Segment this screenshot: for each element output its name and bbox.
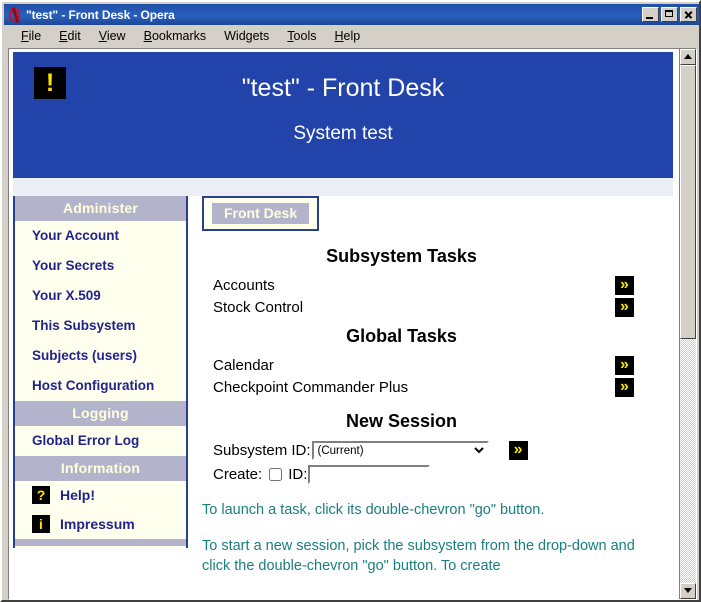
- scroll-up-arrow[interactable]: [680, 49, 696, 65]
- browser-viewport: ! "test" - Front Desk System test Admini…: [8, 48, 697, 600]
- sidebar-item-this-subsystem[interactable]: This Subsystem: [15, 311, 186, 341]
- menu-label-widgets: ets: [252, 29, 270, 43]
- page-canvas: ! "test" - Front Desk System test Admini…: [9, 49, 679, 599]
- label-subsystem-id: Subsystem ID:: [213, 442, 311, 459]
- page-subtitle: System test: [293, 123, 393, 144]
- scroll-thumb[interactable]: [680, 65, 696, 339]
- sidebar-header-logging: Logging: [15, 401, 186, 426]
- label-create: Create:: [213, 466, 263, 483]
- minimize-button[interactable]: [642, 7, 659, 22]
- sidebar-item-host-configuration[interactable]: Host Configuration: [15, 371, 186, 401]
- banner-divider: [13, 178, 673, 196]
- menu-item-widgets[interactable]: Widgets: [215, 27, 278, 45]
- main-column: Front Desk Subsystem Tasks Accounts » St…: [188, 196, 673, 576]
- window-title: "test" - Front Desk - Opera: [26, 7, 175, 22]
- id-input[interactable]: [308, 465, 431, 484]
- sidebar-header-information: Information: [15, 456, 186, 481]
- task-label-calendar: Calendar: [213, 357, 274, 374]
- sidebar-item-label-impressum: Impressum: [60, 516, 135, 532]
- go-button-calendar[interactable]: »: [615, 356, 634, 375]
- sidebar-item-help[interactable]: ? Help!: [15, 481, 186, 510]
- menu-item-tools[interactable]: Tools: [278, 27, 325, 45]
- menu-item-view[interactable]: View: [90, 27, 135, 45]
- opera-logo-icon: [7, 6, 23, 23]
- go-button-new-session[interactable]: »: [508, 441, 528, 460]
- menu-bar: File Edit View Bookmarks Widgets Tools H…: [4, 25, 699, 47]
- close-button[interactable]: [680, 7, 697, 22]
- task-row-checkpoint-commander-plus: Checkpoint Commander Plus »: [188, 378, 673, 397]
- menu-label-view: iew: [106, 29, 126, 43]
- question-mark-icon: ?: [32, 486, 50, 504]
- go-button-accounts[interactable]: »: [615, 276, 634, 295]
- menu-item-edit[interactable]: Edit: [50, 27, 90, 45]
- sidebar-item-label-help: Help!: [60, 487, 95, 503]
- sidebar-item-global-error-log[interactable]: Global Error Log: [15, 426, 186, 456]
- page-columns: Administer Your Account Your Secrets You…: [13, 196, 673, 576]
- task-row-accounts: Accounts »: [188, 276, 673, 295]
- menu-item-file[interactable]: File: [12, 27, 50, 45]
- task-row-stock-control: Stock Control »: [188, 298, 673, 317]
- form-row-create: Create: ID:: [188, 465, 673, 484]
- main-content: Subsystem Tasks Accounts » Stock Control…: [188, 229, 673, 576]
- sidebar-item-impressum[interactable]: i Impressum: [15, 510, 186, 539]
- title-bar: "test" - Front Desk - Opera: [4, 4, 699, 25]
- help-paragraph-new-session: To start a new session, pick the subsyst…: [202, 538, 635, 574]
- help-paragraph-launch-task: To launch a task, click its double-chevr…: [202, 502, 545, 518]
- sidebar-item-your-secrets[interactable]: Your Secrets: [15, 251, 186, 281]
- application-window: "test" - Front Desk - Opera File Edit Vi…: [0, 0, 701, 602]
- sidebar-header-administer: Administer: [15, 196, 186, 221]
- maximize-button[interactable]: [661, 7, 678, 22]
- section-title-new-session: New Session: [345, 411, 458, 431]
- go-button-checkpoint-commander-plus[interactable]: »: [615, 378, 634, 397]
- scroll-track[interactable]: [680, 65, 696, 583]
- menu-label-bookmarks: ookmarks: [151, 29, 207, 43]
- info-icon: i: [32, 515, 50, 533]
- section-title-subsystem-tasks: Subsystem Tasks: [326, 246, 477, 266]
- tab-strip: Front Desk: [188, 196, 673, 231]
- sidebar-item-your-x509[interactable]: Your X.509: [15, 281, 186, 311]
- menu-label-file: ile: [28, 29, 42, 43]
- menu-item-bookmarks[interactable]: Bookmarks: [135, 27, 216, 45]
- section-title-global-tasks: Global Tasks: [346, 326, 457, 346]
- task-label-checkpoint-commander-plus: Checkpoint Commander Plus: [213, 379, 409, 396]
- page-banner: ! "test" - Front Desk System test: [13, 52, 673, 178]
- scroll-down-arrow[interactable]: [680, 583, 696, 599]
- label-id: ID:: [288, 466, 308, 483]
- task-label-stock-control: Stock Control: [213, 299, 304, 316]
- menu-item-help[interactable]: Help: [325, 27, 369, 45]
- create-checkbox[interactable]: [269, 468, 283, 481]
- vertical-scrollbar[interactable]: [679, 49, 696, 599]
- menu-label-edit: dit: [67, 29, 81, 43]
- sidebar-item-subjects-users[interactable]: Subjects (users): [15, 341, 186, 371]
- page-title: "test" - Front Desk: [241, 74, 445, 102]
- menu-label-tools: ools: [293, 29, 317, 43]
- go-button-stock-control[interactable]: »: [615, 298, 634, 317]
- menu-label-help: elp: [343, 29, 361, 43]
- sidebar-footer-bar: [15, 539, 186, 546]
- tab-label-front-desk: Front Desk: [212, 203, 310, 224]
- tab-front-desk[interactable]: Front Desk: [202, 196, 320, 231]
- form-row-subsystem-id: Subsystem ID: (Current) »: [188, 441, 673, 460]
- task-row-calendar: Calendar »: [188, 356, 673, 375]
- subsystem-id-select[interactable]: (Current): [311, 441, 489, 460]
- window-controls: [642, 7, 697, 22]
- task-label-accounts: Accounts: [213, 277, 275, 294]
- sidebar-item-your-account[interactable]: Your Account: [15, 221, 186, 251]
- sidebar: Administer Your Account Your Secrets You…: [13, 196, 188, 548]
